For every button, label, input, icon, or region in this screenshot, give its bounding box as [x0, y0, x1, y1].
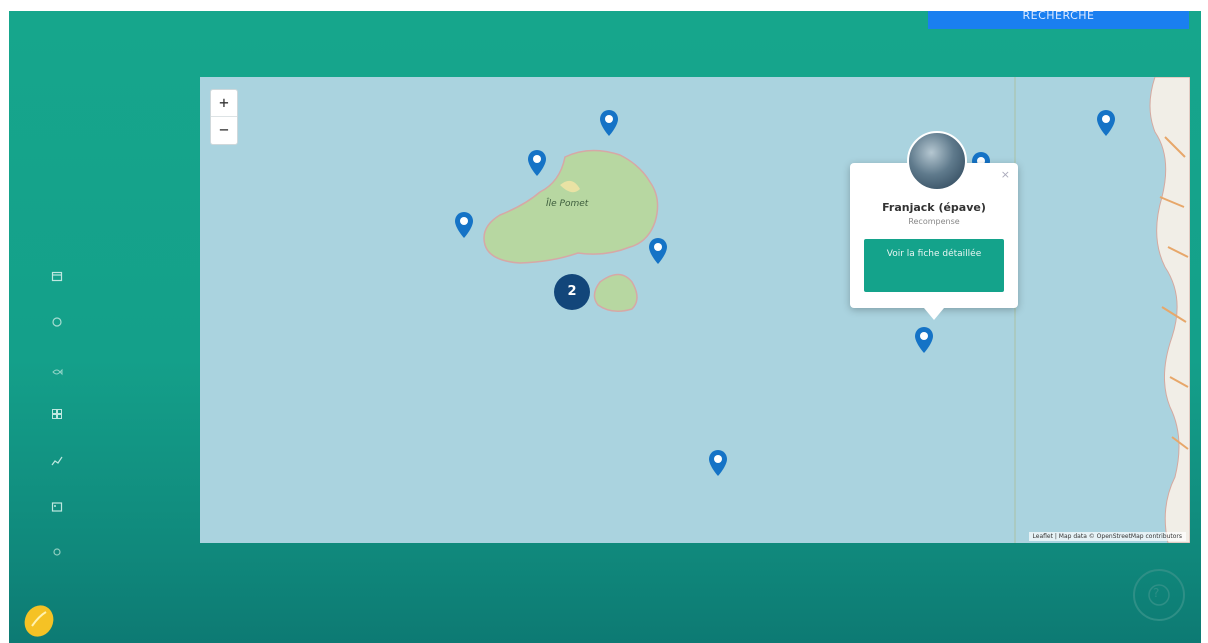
- chart-icon[interactable]: [51, 455, 63, 467]
- zoom-control: + −: [210, 89, 238, 145]
- settings-icon[interactable]: [51, 546, 63, 558]
- circle-icon[interactable]: [51, 316, 63, 328]
- island-label: Île Pomet: [546, 199, 589, 209]
- marker-popup: × Franjack (épave) Recompense Voir la fi…: [850, 131, 1018, 320]
- popup-title: Franjack (épave): [882, 201, 986, 214]
- map-marker-icon[interactable]: [1096, 109, 1116, 137]
- fish-icon[interactable]: [51, 366, 63, 378]
- map-view[interactable]: Île Pomet + − 2 × Franjack (épave) Recom…: [200, 77, 1190, 543]
- popup-subtitle: Recompense: [908, 217, 960, 226]
- map-marker-icon[interactable]: [527, 149, 547, 177]
- app-window: RECHERCHE Île Pomet + − 2 × Franjack (ép…: [9, 11, 1201, 643]
- zoom-out-button[interactable]: −: [211, 116, 237, 143]
- zoom-in-button[interactable]: +: [211, 90, 237, 116]
- grid-icon[interactable]: [51, 408, 63, 420]
- help-label: ?: [1153, 586, 1160, 600]
- map-marker-icon[interactable]: [648, 237, 668, 265]
- map-attribution[interactable]: Leaflet | Map data © OpenStreetMap contr…: [1028, 532, 1186, 541]
- search-button[interactable]: RECHERCHE: [928, 11, 1189, 29]
- detail-button[interactable]: Voir la fiche détaillée: [864, 239, 1004, 292]
- search-button-label: RECHERCHE: [1022, 11, 1095, 22]
- map-marker-icon[interactable]: [454, 211, 474, 239]
- popup-photo: [907, 131, 967, 191]
- lemon-logo[interactable]: [22, 602, 56, 638]
- marker-cluster[interactable]: 2: [554, 274, 590, 310]
- map-marker-icon[interactable]: [914, 326, 934, 354]
- popup-close-icon[interactable]: ×: [1001, 168, 1010, 181]
- map-marker-icon[interactable]: [599, 109, 619, 137]
- image-icon[interactable]: [51, 501, 63, 513]
- map-tiles: [200, 77, 1190, 543]
- help-button[interactable]: ?: [1129, 565, 1189, 625]
- calendar-icon[interactable]: [51, 270, 63, 282]
- map-marker-icon[interactable]: [708, 449, 728, 477]
